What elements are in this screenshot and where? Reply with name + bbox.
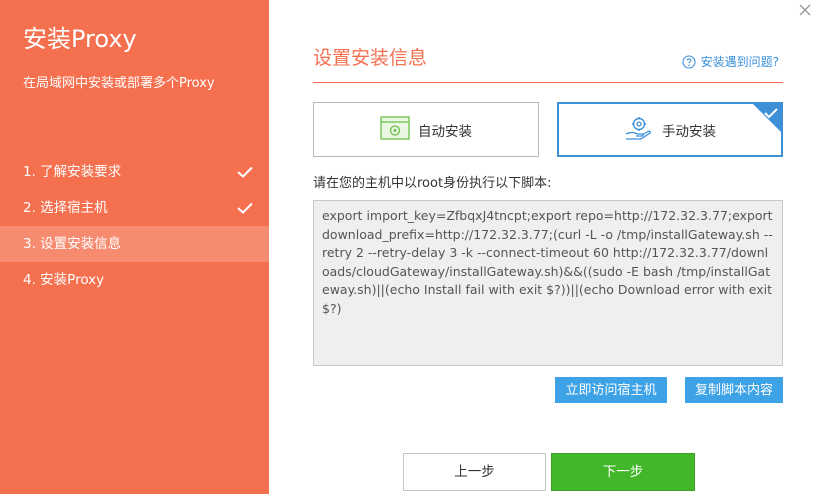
manual-install-option[interactable]: 手动安装 xyxy=(557,102,783,157)
hand-gear-icon xyxy=(624,115,654,145)
step-4: 4. 安装Proxy xyxy=(0,262,269,298)
help-label: 安装遇到问题? xyxy=(700,55,779,69)
next-button[interactable]: 下一步 xyxy=(551,453,695,491)
step-label: 3. 设置安装信息 xyxy=(23,236,122,252)
sidebar: 安装Proxy 在局域网中安装或部署多个Proxy 1. 了解安装要求 2. 选… xyxy=(0,0,269,494)
close-icon[interactable] xyxy=(797,2,813,18)
sidebar-subtitle: 在局域网中安装或部署多个Proxy xyxy=(23,76,215,91)
help-link[interactable]: 安装遇到问题? xyxy=(682,53,779,70)
script-textarea[interactable]: export import_key=ZfbqxJ4tncpt;export re… xyxy=(313,200,783,366)
step-list: 1. 了解安装要求 2. 选择宿主机 3. 设置安装信息 4. 安装Proxy xyxy=(0,154,269,298)
step-1: 1. 了解安装要求 xyxy=(0,154,269,190)
step-label: 1. 了解安装要求 xyxy=(23,164,122,180)
check-icon xyxy=(235,154,255,190)
check-icon xyxy=(235,190,255,226)
manual-install-label: 手动安装 xyxy=(662,123,716,140)
check-icon xyxy=(764,107,778,119)
auto-install-option[interactable]: 自动安装 xyxy=(313,102,539,157)
question-circle-icon xyxy=(682,54,696,69)
page-title: 设置安装信息 xyxy=(313,47,428,69)
step-label: 4. 安装Proxy xyxy=(23,272,105,288)
copy-script-button[interactable]: 复制脚本内容 xyxy=(685,377,783,403)
gear-window-icon xyxy=(380,115,410,144)
sidebar-title: 安装Proxy xyxy=(23,25,137,53)
auto-install-label: 自动安装 xyxy=(418,123,472,140)
step-label: 2. 选择宿主机 xyxy=(23,200,108,216)
step-3: 3. 设置安装信息 xyxy=(0,226,269,262)
step-2: 2. 选择宿主机 xyxy=(0,190,269,226)
visit-host-button[interactable]: 立即访问宿主机 xyxy=(555,377,667,403)
prev-button[interactable]: 上一步 xyxy=(403,453,546,491)
title-divider xyxy=(313,82,783,83)
instruction-text: 请在您的主机中以root身份执行以下脚本: xyxy=(313,176,552,191)
